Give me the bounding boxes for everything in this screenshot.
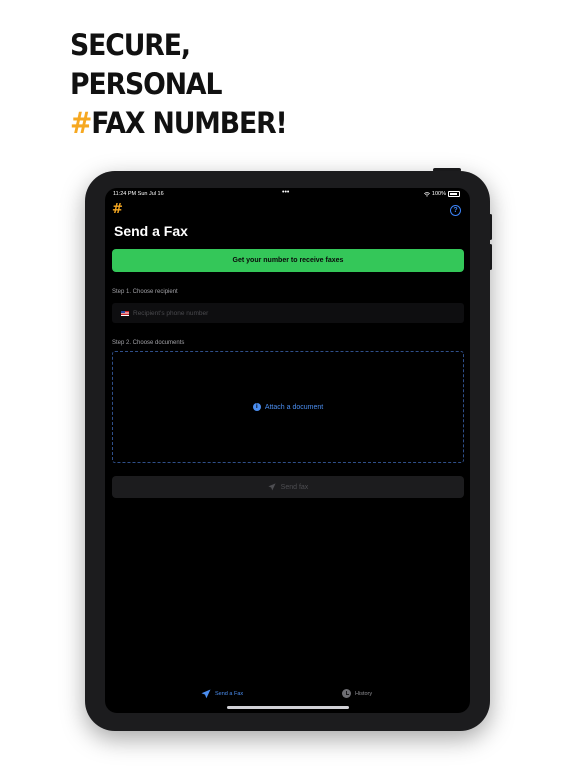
status-indicators: 100% bbox=[423, 191, 460, 197]
multitasking-dots[interactable]: ••• bbox=[282, 189, 289, 196]
wifi-icon bbox=[423, 191, 430, 197]
battery-icon bbox=[448, 191, 460, 197]
paper-plane-icon bbox=[268, 483, 276, 491]
document-drop-zone[interactable]: i Attach a document bbox=[112, 351, 464, 463]
headline-fax-number: FAX NUMBER! bbox=[91, 106, 287, 140]
headline: SECURE, PERSONAL #FAX NUMBER! bbox=[70, 26, 288, 143]
clock-icon bbox=[342, 689, 351, 698]
home-indicator[interactable] bbox=[227, 706, 349, 709]
hash-symbol: # bbox=[70, 106, 92, 140]
us-flag-icon[interactable] bbox=[121, 310, 129, 316]
info-icon: i bbox=[252, 403, 261, 411]
status-bar: 11:24 PM Sun Jul 16 ••• 100% bbox=[105, 188, 470, 200]
headline-line-3: #FAX NUMBER! bbox=[70, 104, 288, 143]
status-time: 11:24 PM Sun Jul 16 bbox=[113, 191, 164, 197]
tab-send-a-fax[interactable]: Send a Fax bbox=[201, 689, 243, 699]
tab-bar: Send a Fax History bbox=[105, 686, 470, 706]
headline-line-1: SECURE, bbox=[70, 28, 191, 62]
tab-history[interactable]: History bbox=[342, 689, 372, 698]
paper-plane-icon bbox=[201, 689, 211, 699]
tab-history-label: History bbox=[355, 690, 373, 697]
attach-document-label: Attach a document bbox=[264, 403, 324, 411]
app-screen: 11:24 PM Sun Jul 16 ••• 100% # ? Send a … bbox=[105, 188, 470, 713]
get-number-button[interactable]: Get your number to receive faxes bbox=[112, 249, 464, 272]
recipient-placeholder: Recipient's phone number bbox=[133, 309, 209, 317]
battery-percent: 100% bbox=[431, 191, 446, 197]
app-logo-hash: # bbox=[112, 202, 123, 217]
step1-label: Step 1. Choose recipient bbox=[112, 289, 178, 295]
step2-label: Step 2. Choose documents bbox=[112, 340, 185, 346]
tab-send-label: Send a Fax bbox=[215, 691, 244, 697]
attach-document-button[interactable]: i Attach a document bbox=[252, 403, 324, 411]
question-circle-icon[interactable]: ? bbox=[450, 205, 461, 216]
send-fax-label: Send fax bbox=[280, 483, 309, 491]
send-fax-button[interactable]: Send fax bbox=[112, 476, 464, 498]
recipient-phone-input[interactable]: Recipient's phone number bbox=[112, 303, 464, 323]
headline-line-2: PERSONAL bbox=[70, 67, 222, 101]
page-title: Send a Fax bbox=[114, 223, 188, 239]
